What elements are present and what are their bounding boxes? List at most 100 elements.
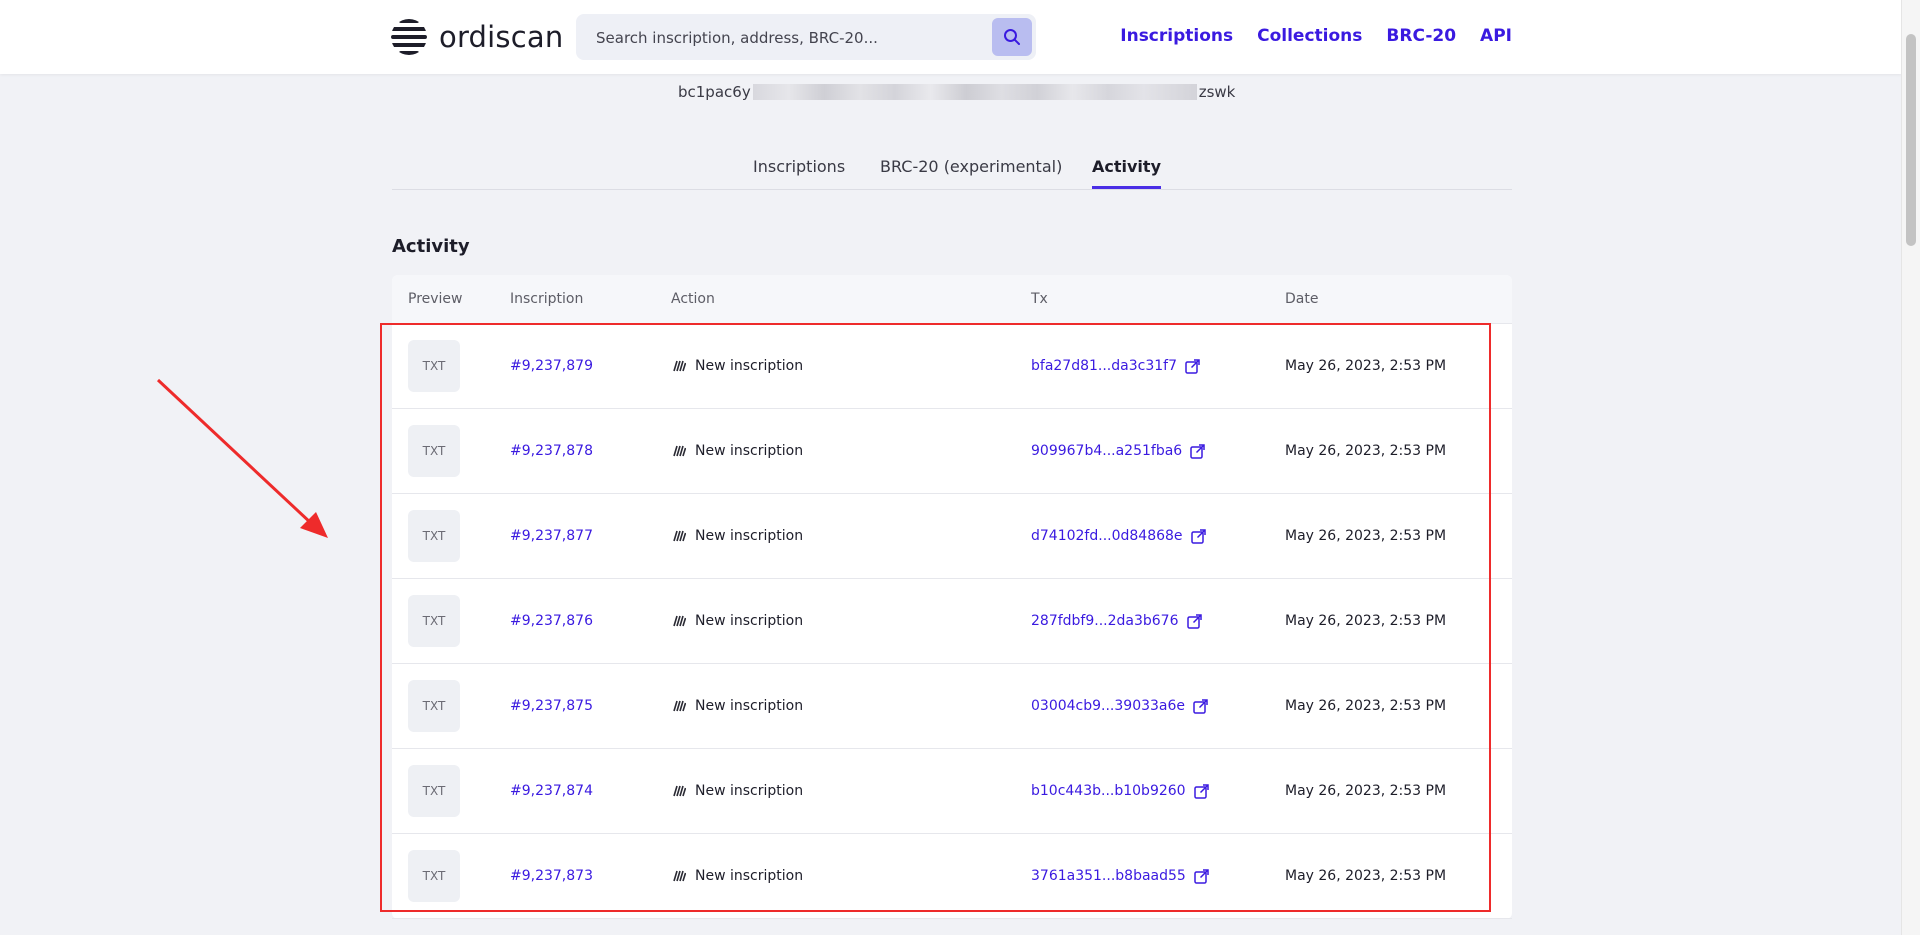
action-label: New inscription [695,783,804,799]
table-row: TXT #9,237,876 New inscription 287fdbf9...2… [392,579,1512,664]
tab-activity[interactable]: Activity [1092,157,1161,189]
inscription-link[interactable]: #9,237,876 [510,613,593,629]
new-inscription-icon [673,530,686,542]
tx-hash: 287fdbf9...2da3b676 [1031,613,1179,629]
action-cell: New inscription [673,613,803,629]
tx-link[interactable]: 03004cb9...39033a6e [1031,698,1208,714]
nav-brc20[interactable]: BRC-20 [1386,26,1456,46]
activity-date: May 26, 2023, 2:53 PM [1285,698,1447,714]
action-label: New inscription [695,698,804,714]
action-cell: New inscription [673,528,803,544]
page-scrollbar[interactable] [1901,0,1920,935]
nav-inscriptions[interactable]: Inscriptions [1120,26,1233,46]
address-tabs: Inscriptions BRC-20 (experimental) Activ… [392,151,1512,190]
preview-thumbnail[interactable]: TXT [408,425,460,477]
ordiscan-logo-icon [391,19,427,55]
tx-link[interactable]: 909967b4...a251fba6 [1031,443,1205,459]
search-input[interactable] [594,14,978,62]
nav-api[interactable]: API [1480,26,1512,46]
tx-hash: b10c443b...b10b9260 [1031,783,1186,799]
scrollbar-thumb[interactable] [1906,34,1916,246]
inscription-link[interactable]: #9,237,879 [510,358,593,374]
tx-link[interactable]: b10c443b...b10b9260 [1031,783,1209,799]
action-cell: New inscription [673,698,803,714]
activity-date: May 26, 2023, 2:53 PM [1285,443,1447,459]
new-inscription-icon [673,445,686,457]
preview-thumbnail[interactable]: TXT [408,510,460,562]
action-label: New inscription [695,528,804,544]
preview-thumbnail[interactable]: TXT [408,850,460,902]
preview-thumbnail[interactable]: TXT [408,680,460,732]
table-header: Preview Inscription Action Tx Date [392,275,1512,324]
ordiscan-logo[interactable]: ordiscan [391,19,563,55]
action-label: New inscription [695,613,804,629]
brand-name: ordiscan [439,20,564,54]
table-row: TXT #9,237,873 New inscription 3761a351...b… [392,834,1512,919]
new-inscription-icon [673,870,686,882]
activity-table: Preview Inscription Action Tx Date TXT #9… [392,275,1512,919]
external-link-icon [1186,613,1202,629]
new-inscription-icon [673,615,686,627]
tx-hash: 3761a351...b8baad55 [1031,868,1186,884]
action-label: New inscription [695,443,804,459]
preview-thumbnail[interactable]: TXT [408,340,460,392]
header-action: Action [671,291,715,307]
section-title: Activity [392,236,470,257]
external-link-icon [1190,528,1206,544]
tx-link[interactable]: d74102fd...0d84868e [1031,528,1206,544]
search-bar [576,14,1036,62]
new-inscription-icon [673,360,686,372]
action-cell: New inscription [673,868,803,884]
preview-thumbnail[interactable]: TXT [408,765,460,817]
tx-hash: bfa27d81...da3c31f7 [1031,358,1177,374]
action-cell: New inscription [673,783,803,799]
action-label: New inscription [695,358,804,374]
activity-date: May 26, 2023, 2:53 PM [1285,868,1447,884]
inscription-link[interactable]: #9,237,873 [510,868,593,884]
inscription-link[interactable]: #9,237,877 [510,528,593,544]
new-inscription-icon [673,700,686,712]
table-row: TXT #9,237,879 New inscription bfa27d81...d… [392,324,1512,409]
preview-thumbnail[interactable]: TXT [408,595,460,647]
tab-brc20[interactable]: BRC-20 (experimental) [880,157,1062,186]
table-body: TXT #9,237,879 New inscription bfa27d81...d… [392,324,1512,919]
activity-date: May 26, 2023, 2:53 PM [1285,783,1447,799]
tx-link[interactable]: bfa27d81...da3c31f7 [1031,358,1200,374]
header-tx: Tx [1031,291,1048,307]
tx-hash: 909967b4...a251fba6 [1031,443,1183,459]
header-inscription: Inscription [510,291,584,307]
external-link-icon [1190,443,1205,459]
header-preview: Preview [408,291,463,307]
new-inscription-icon [673,785,686,797]
table-row: TXT #9,237,875 New inscription 03004cb9...3… [392,664,1512,749]
annotation-arrow-icon [156,378,328,538]
inscription-link[interactable]: #9,237,875 [510,698,593,714]
external-link-icon [1193,698,1208,714]
activity-date: May 26, 2023, 2:53 PM [1285,528,1447,544]
nav-collections[interactable]: Collections [1257,26,1362,46]
table-row: TXT #9,237,874 New inscription b10c443b...b… [392,749,1512,834]
header-date: Date [1285,291,1319,307]
tx-link[interactable]: 287fdbf9...2da3b676 [1031,613,1202,629]
tx-hash: 03004cb9...39033a6e [1031,698,1186,714]
action-label: New inscription [695,868,804,884]
external-link-icon [1185,358,1200,374]
external-link-icon [1193,783,1209,799]
search-icon [1004,29,1020,45]
search-button[interactable] [992,18,1032,56]
tx-link[interactable]: 3761a351...b8baad55 [1031,868,1209,884]
main-nav: Inscriptions Collections BRC-20 API [1120,26,1512,46]
inscription-link[interactable]: #9,237,878 [510,443,593,459]
external-link-icon [1194,868,1209,884]
tx-hash: d74102fd...0d84868e [1031,528,1183,544]
table-row: TXT #9,237,877 New inscription d74102fd...0… [392,494,1512,579]
address-suffix: zswk [1198,83,1236,101]
action-cell: New inscription [673,443,803,459]
inscription-link[interactable]: #9,237,874 [510,783,593,799]
top-navbar: ordiscan Inscriptions Collections BRC-20… [0,0,1902,74]
action-cell: New inscription [673,358,803,374]
activity-date: May 26, 2023, 2:53 PM [1285,358,1447,374]
tab-inscriptions[interactable]: Inscriptions [753,157,845,186]
address-prefix: bc1pac6y [678,83,751,101]
address-redacted [752,84,1197,100]
